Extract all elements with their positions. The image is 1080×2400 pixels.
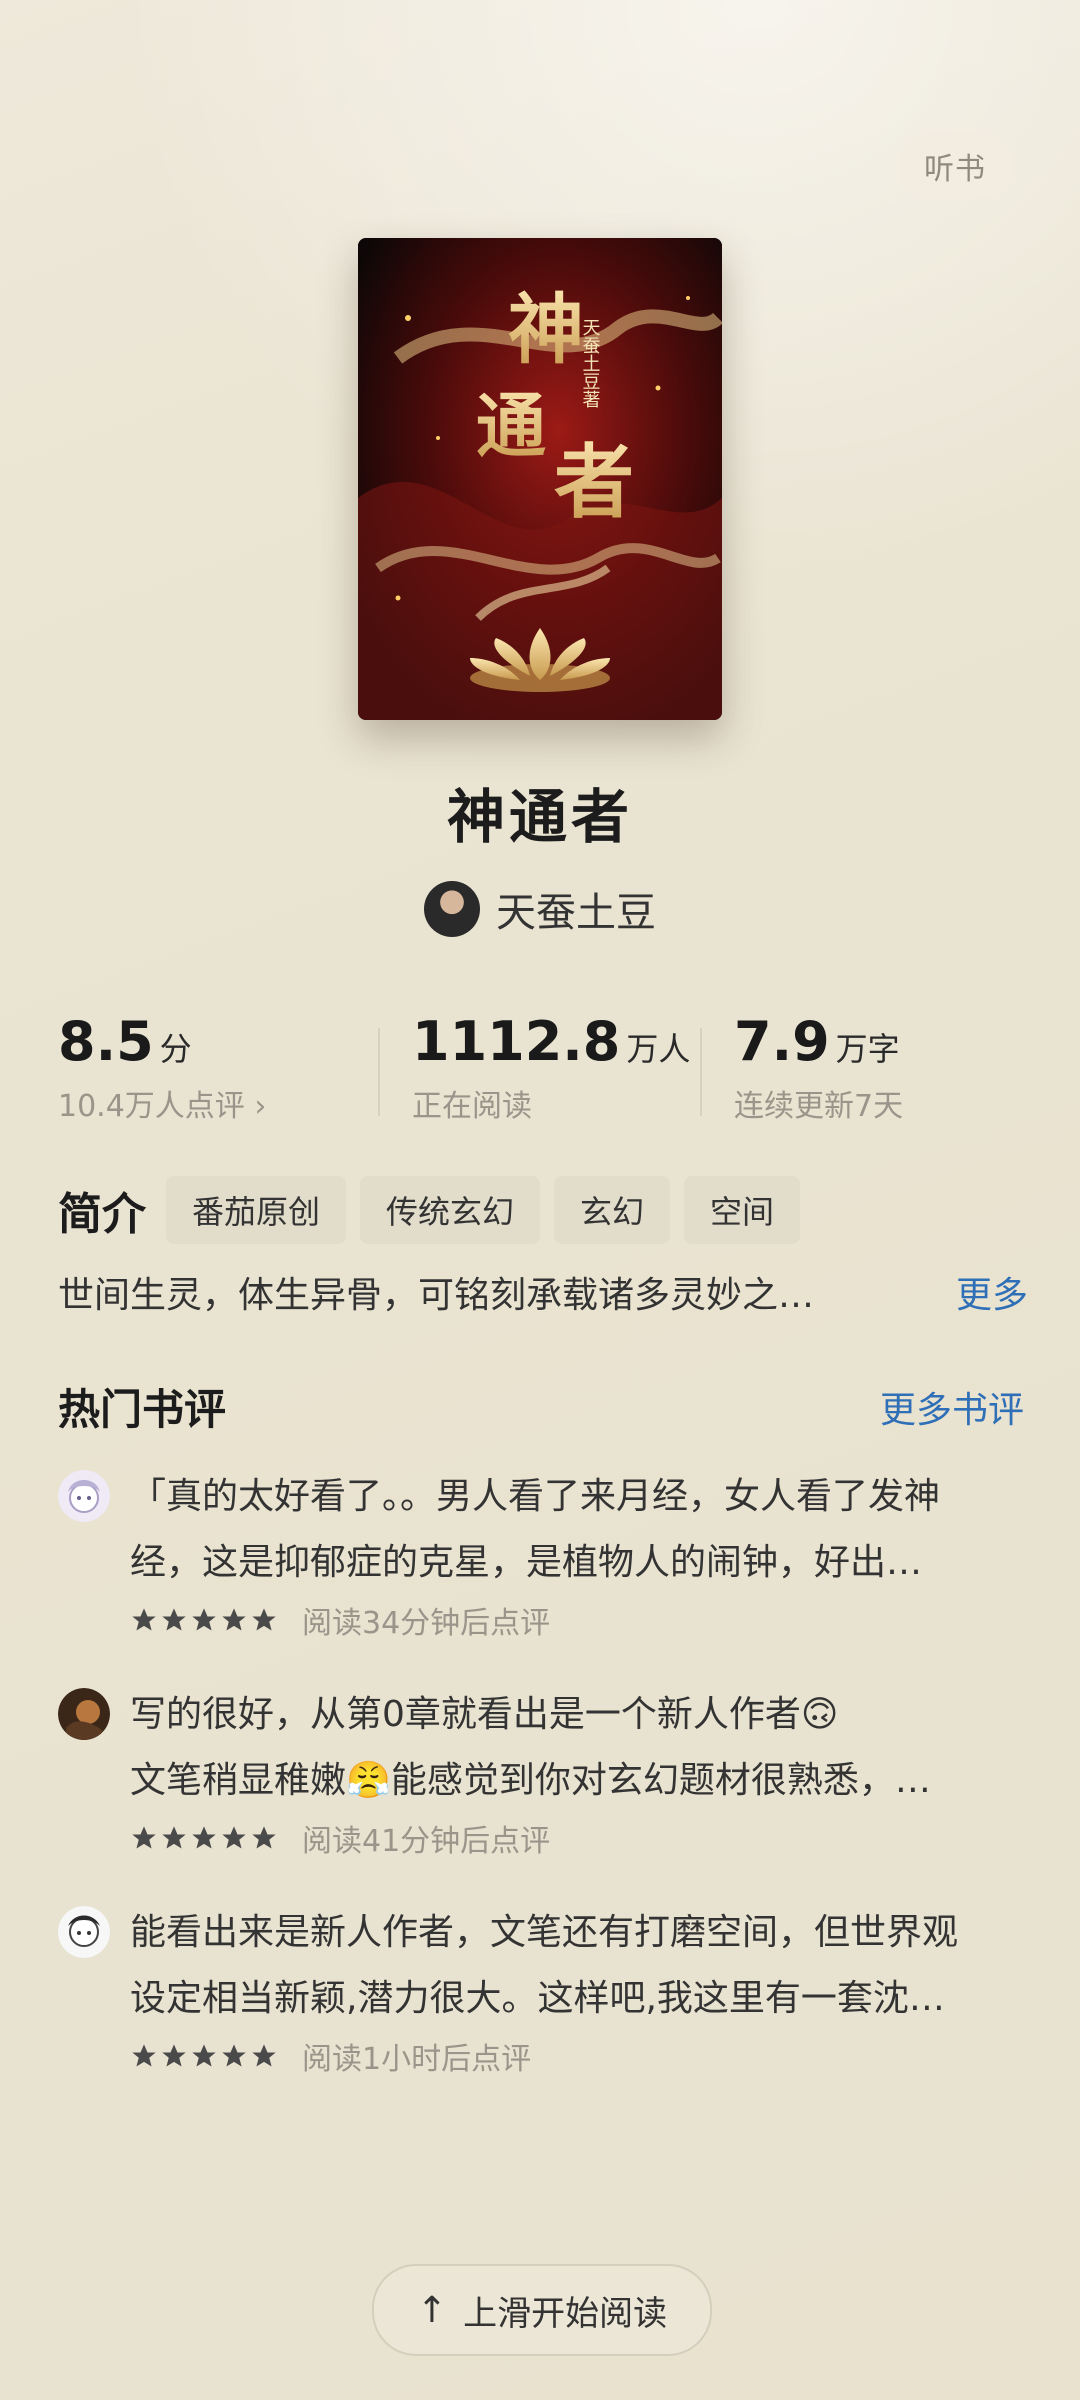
star-icon: [222, 1608, 246, 1631]
reviews-header: 热门书评 更多书评: [58, 1376, 1024, 1437]
star-icon: [162, 2044, 186, 2067]
star-rating: [130, 1824, 280, 1852]
review-text-line: 文笔稍显稚嫩😤能感觉到你对玄幻题材很熟悉，…: [130, 1760, 931, 1801]
rating-value: 8.5: [58, 1010, 154, 1073]
review-meta: 阅读41分钟后点评: [302, 1824, 551, 1859]
readers-label: 正在阅读: [412, 1089, 532, 1124]
review-text-line: 设定相当新颖,潜力很大。这样吧,我这里有一套沈…: [130, 1978, 945, 2019]
tag-chip[interactable]: 传统玄幻: [360, 1176, 541, 1244]
svg-text:通: 通: [476, 384, 546, 467]
intro-label: 简介: [58, 1189, 146, 1240]
synopsis-text: 世间生灵，体生异骨，可铭刻承载诸多灵妙之…: [58, 1275, 815, 1316]
words-unit: 万字: [835, 1030, 900, 1068]
star-icon: [222, 1826, 246, 1849]
star-icon: [132, 2044, 156, 2067]
review-text-line: 能看出来是新人作者，文笔还有打磨空间，但世界观: [130, 1912, 959, 1953]
author-row[interactable]: 天蚕土豆: [0, 880, 1080, 938]
book-cover[interactable]: 神 通 者 天蚕土豆著: [358, 238, 722, 720]
review-text-line: 经，这是抑郁症的克星，是植物人的闹钟，好出…: [130, 1542, 923, 1583]
readers-stat: 1112.8 万人 正在阅读: [412, 1010, 690, 1125]
more-reviews-link[interactable]: 更多书评: [880, 1381, 1024, 1433]
star-icon: [132, 1826, 156, 1849]
readers-value: 1112.8: [412, 1010, 621, 1073]
start-reading-label: 上滑开始阅读: [463, 2293, 668, 2334]
reviewer-avatar[interactable]: [58, 1688, 110, 1740]
star-icon: [162, 1826, 186, 1849]
tag-chip[interactable]: 空间: [684, 1176, 801, 1244]
star-icon: [252, 1608, 276, 1631]
reviews-title: 热门书评: [58, 1385, 227, 1434]
synopsis-more-link[interactable]: 更多: [956, 1266, 1028, 1318]
author-seal: 天蚕土豆著: [580, 318, 601, 408]
rating-count-link[interactable]: 10.4万人点评 ›: [58, 1081, 266, 1125]
star-rating: [130, 2042, 280, 2070]
star-icon: [162, 1608, 186, 1631]
reviewer-avatar[interactable]: [58, 1906, 110, 1958]
svg-text:天蚕土豆著: 天蚕土豆著: [580, 318, 601, 408]
star-icon: [132, 1608, 156, 1631]
update-status: 连续更新7天: [734, 1089, 904, 1124]
review-meta: 阅读34分钟后点评: [302, 1606, 551, 1641]
svg-text:者: 者: [554, 435, 634, 529]
review-meta: 阅读1小时后点评: [302, 2042, 532, 2077]
tag-chip[interactable]: 番茄原创: [166, 1176, 347, 1244]
star-icon: [222, 2044, 246, 2067]
book-title: 神通者: [446, 783, 633, 851]
listen-button[interactable]: 听书: [898, 134, 1012, 198]
arrow-up-icon: ↑: [416, 2289, 448, 2331]
tag-chip[interactable]: 玄幻: [554, 1176, 671, 1244]
stats-row: 8.5 分 10.4万人点评 › 1112.8 万人 正在阅读 7.9 万字 连续更新…: [58, 1010, 1028, 1130]
stats-divider: [700, 1028, 702, 1116]
rating-stat[interactable]: 8.5 分 10.4万人点评 ›: [58, 1010, 266, 1125]
words-value: 7.9: [734, 1010, 830, 1073]
star-icon: [192, 1608, 216, 1631]
words-stat: 7.9 万字 连续更新7天: [734, 1010, 903, 1125]
star-icon: [192, 1826, 216, 1849]
readers-unit: 万人: [626, 1030, 691, 1068]
svg-text:神: 神: [508, 285, 584, 374]
review-text-line: 写的很好，从第0章就看出是一个新人作者🙃: [130, 1694, 839, 1735]
review-text-line: 「真的太好看了。。男人看了来月经，女人看了发神: [130, 1476, 941, 1517]
reviewer-avatar[interactable]: [58, 1470, 110, 1522]
star-rating: [130, 1606, 280, 1634]
star-icon: [252, 1826, 276, 1849]
stats-divider: [378, 1028, 380, 1116]
rating-unit: 分: [159, 1030, 192, 1068]
star-icon: [192, 2044, 216, 2067]
start-reading-button[interactable]: ↑ 上滑开始阅读: [372, 2264, 712, 2356]
cover-art: 神 通 者 天蚕土豆著: [358, 238, 722, 720]
author-name: 天蚕土豆: [496, 890, 656, 936]
intro-row: 简介 番茄原创 传统玄幻 玄幻 空间: [58, 1176, 814, 1244]
synopsis-row[interactable]: 世间生灵，体生异骨，可铭刻承载诸多灵妙之… 更多: [58, 1266, 1028, 1318]
author-avatar: [424, 881, 480, 937]
star-icon: [252, 2044, 276, 2067]
